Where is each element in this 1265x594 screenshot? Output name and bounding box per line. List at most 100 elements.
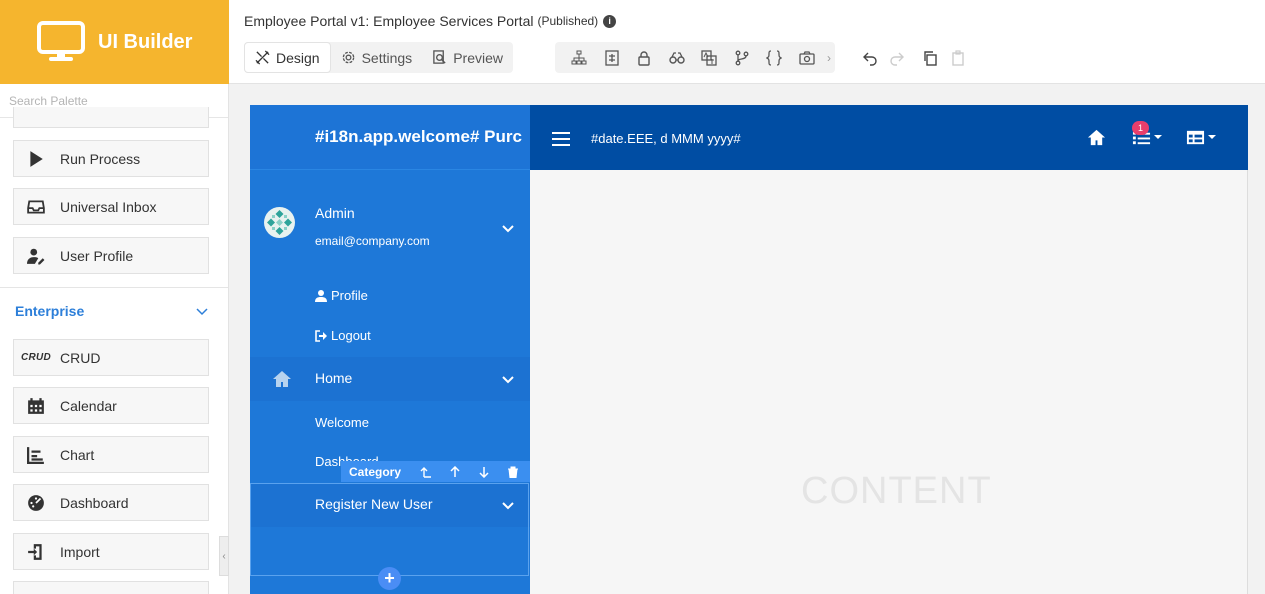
header-date: #date.EEE, d MMM yyyy# xyxy=(591,131,741,146)
chevron-down-icon[interactable] xyxy=(501,372,515,386)
lock-icon[interactable] xyxy=(628,42,661,73)
inbox-icon xyxy=(26,197,46,217)
design-tools-icon xyxy=(255,50,270,65)
palette-item-universal-inbox[interactable]: Universal Inbox xyxy=(13,188,209,225)
caret-down-icon xyxy=(1208,135,1216,139)
tab-design[interactable]: Design xyxy=(244,42,331,73)
dashboard-icon xyxy=(26,493,46,513)
properties-icon[interactable] xyxy=(596,42,629,73)
sidebar-app-name[interactable]: #i18n.app.welcome# Purc xyxy=(250,105,530,170)
add-element-button[interactable]: + xyxy=(378,567,401,590)
info-icon[interactable]: i xyxy=(603,14,617,28)
user-edit-icon xyxy=(26,246,46,266)
palette-item-partial[interactable] xyxy=(13,107,209,128)
caret-down-icon xyxy=(1154,135,1162,139)
select-parent-icon[interactable] xyxy=(411,466,440,478)
palette-item-calendar[interactable]: Calendar xyxy=(13,387,209,424)
selected-category-outline xyxy=(250,483,529,576)
user-name: Admin xyxy=(315,205,355,221)
status-badge: (Published) xyxy=(537,14,599,28)
palette-item-chart[interactable]: Chart xyxy=(13,436,209,473)
category-label: Enterprise xyxy=(15,303,85,319)
page-title: Employee Portal v1: Employee Services Po… xyxy=(244,13,617,29)
design-toolbar: › xyxy=(555,42,835,73)
tab-label: Preview xyxy=(453,49,503,66)
play-icon xyxy=(26,149,46,169)
redo-icon[interactable] xyxy=(886,46,908,70)
sidebar-item-label: Welcome xyxy=(315,415,369,430)
sidebar-item-label: Profile xyxy=(331,288,368,303)
sidebar-item-label: Home xyxy=(315,370,353,386)
preview-header[interactable]: #date.EEE, d MMM yyyy# 1 xyxy=(530,105,1248,170)
tab-preview[interactable]: Preview xyxy=(422,42,513,73)
design-canvas: #i18n.app.welcome# Purc Admin email@comp… xyxy=(229,84,1265,594)
sidebar-item-profile[interactable]: Profile xyxy=(315,288,368,303)
chart-icon xyxy=(26,445,46,465)
move-down-icon[interactable] xyxy=(469,466,498,478)
collapse-palette-handle[interactable]: ‹ xyxy=(219,536,229,576)
avatar xyxy=(264,207,295,238)
chevron-down-icon xyxy=(196,308,208,316)
palette-item-label: Run Process xyxy=(60,150,141,167)
content-placeholder: CONTENT xyxy=(801,470,992,512)
user-email: email@company.com xyxy=(315,234,430,248)
notification-badge: 1 xyxy=(1132,121,1149,135)
palette-item-label: Chart xyxy=(60,446,95,463)
palette-category-enterprise[interactable]: Enterprise xyxy=(15,303,209,319)
table-menu-icon[interactable] xyxy=(1186,126,1216,148)
translate-icon[interactable] xyxy=(693,42,726,73)
tab-label: Design xyxy=(276,49,320,66)
palette-item-label: CRUD xyxy=(60,349,101,366)
undo-icon[interactable] xyxy=(859,46,881,70)
palette-item-import[interactable]: Import xyxy=(13,533,209,570)
user-icon xyxy=(315,289,327,302)
chevron-down-icon[interactable] xyxy=(501,221,515,235)
paste-icon[interactable] xyxy=(947,46,969,70)
branch-icon[interactable] xyxy=(726,42,759,73)
sidebar-item-welcome[interactable]: Welcome xyxy=(315,415,369,430)
sidebar-item-logout[interactable]: Logout xyxy=(315,328,371,343)
copy-icon[interactable] xyxy=(919,46,941,70)
palette-item-label: Import xyxy=(60,543,100,560)
page-preview[interactable]: #i18n.app.welcome# Purc Admin email@comp… xyxy=(250,105,1248,594)
home-icon xyxy=(273,371,291,387)
sidebar-item-home[interactable]: Home xyxy=(250,357,530,401)
tab-settings[interactable]: Settings xyxy=(331,42,423,73)
category-toolbar-label: Category xyxy=(349,464,402,479)
palette-item-label: Dashboard xyxy=(60,494,129,511)
gear-icon xyxy=(342,51,354,64)
divider xyxy=(0,287,228,288)
import-icon xyxy=(26,542,46,562)
tab-label: Settings xyxy=(361,49,413,66)
category-element-toolbar: Category xyxy=(341,461,530,482)
palette-item-run-process[interactable]: Run Process xyxy=(13,140,209,177)
home-icon[interactable] xyxy=(1087,126,1106,148)
mode-switcher: Design Settings Preview xyxy=(244,42,513,73)
binoculars-icon[interactable] xyxy=(661,42,694,73)
palette-item-dashboard[interactable]: Dashboard xyxy=(13,484,209,521)
trash-icon[interactable] xyxy=(498,466,527,478)
app-title-text: Employee Portal v1: Employee Services Po… xyxy=(244,13,534,29)
brand-logo: UI Builder xyxy=(0,0,229,84)
palette-item-partial-bottom[interactable] xyxy=(13,581,209,594)
toolbar-more-chevron-icon[interactable]: › xyxy=(823,42,835,73)
camera-icon[interactable] xyxy=(791,42,824,73)
component-palette: Search Palette Run Process Universal Inb… xyxy=(0,84,229,594)
brand-title: UI Builder xyxy=(98,30,193,53)
logout-icon xyxy=(315,329,327,342)
hamburger-menu-icon[interactable] xyxy=(552,132,570,146)
preview-sidebar[interactable]: #i18n.app.welcome# Purc Admin email@comp… xyxy=(250,105,530,594)
calendar-icon xyxy=(26,396,46,416)
palette-item-user-profile[interactable]: User Profile xyxy=(13,237,209,274)
palette-item-label: Calendar xyxy=(60,397,117,414)
tree-icon[interactable] xyxy=(563,42,596,73)
palette-item-label: Universal Inbox xyxy=(60,198,157,215)
crud-icon: CRUD xyxy=(20,352,52,363)
sidebar-item-label: Logout xyxy=(331,328,371,343)
builder-topbar: Employee Portal v1: Employee Services Po… xyxy=(229,0,1265,84)
palette-item-label: User Profile xyxy=(60,247,134,264)
palette-item-crud[interactable]: CRUD CRUD xyxy=(13,339,209,376)
monitor-icon xyxy=(37,21,85,61)
move-up-icon[interactable] xyxy=(440,465,469,478)
code-braces-icon[interactable] xyxy=(758,42,791,73)
